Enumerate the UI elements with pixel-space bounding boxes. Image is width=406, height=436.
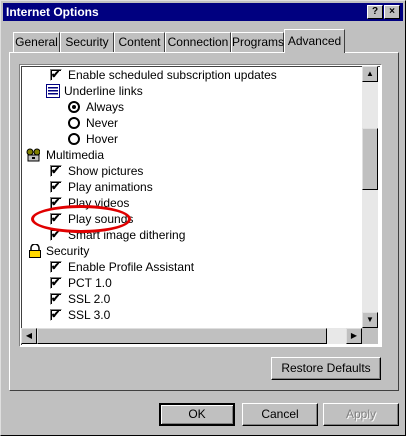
group-label: Multimedia [46,148,105,162]
setting-label: SSL 3.0 [68,308,111,322]
setting-label: SSL 2.0 [68,292,111,306]
scroll-right-arrow-icon[interactable]: ▶ [346,328,362,344]
checkbox[interactable] [50,67,62,83]
scrollbar-corner [362,328,378,344]
cancel-button[interactable]: Cancel [242,403,318,426]
ok-label: OK [188,407,206,421]
internet-options-window: Internet Options ? × General Security Co… [0,0,406,436]
setting-label: Enable Profile Assistant [68,260,195,274]
scroll-down-arrow-icon[interactable]: ▼ [362,312,378,328]
group-label: Security [46,244,90,258]
checkbox[interactable] [50,259,62,275]
tab-advanced[interactable]: Advanced [284,29,345,53]
help-button[interactable]: ? [367,5,383,19]
setting-label: Always [86,100,125,114]
tab-general[interactable]: General [13,32,60,52]
setting-label: Hover [86,132,119,146]
scroll-left-arrow-icon[interactable]: ◀ [21,328,37,344]
settings-list[interactable]: Enable scheduled subscription updates Un… [19,64,382,347]
apply-button[interactable]: Apply [323,403,399,426]
ok-button[interactable]: OK [159,403,235,426]
checkbox[interactable] [50,291,62,307]
setting-label: Enable scheduled subscription updates [68,68,277,82]
restore-defaults-label: Restore Defaults [281,361,371,375]
group-label: Underline links [64,84,143,98]
setting-label: PCT 1.0 [68,276,112,290]
checkbox[interactable] [50,163,62,179]
tab-security[interactable]: Security [60,32,114,52]
horizontal-scrollbar[interactable]: ◀ ▶ [21,328,362,344]
cancel-label: Cancel [261,407,299,421]
vertical-scroll-thumb[interactable] [362,128,378,190]
horizontal-scroll-thumb[interactable] [37,328,327,344]
checkbox[interactable] [50,179,62,195]
tab-content[interactable]: Content [114,32,165,52]
checkbox[interactable] [50,275,62,291]
tab-connection[interactable]: Connection [165,32,231,52]
setting-label: Play animations [68,180,153,194]
radio-button[interactable] [68,117,80,129]
setting-label: Smart image dithering [68,228,186,242]
underline-links-icon [46,84,60,98]
close-button[interactable]: × [384,5,400,19]
setting-label: Show pictures [68,164,144,178]
apply-label: Apply [345,407,377,421]
multimedia-icon [26,148,40,162]
setting-label: Play sounds [68,212,134,226]
scroll-up-arrow-icon[interactable]: ▲ [362,66,378,82]
radio-button[interactable] [68,133,80,145]
setting-label: Never [86,116,119,130]
title-bar: Internet Options ? × [3,3,403,21]
checkbox[interactable] [50,307,62,323]
setting-label: Play videos [68,196,130,210]
checkbox[interactable] [50,211,62,227]
checkbox[interactable] [50,227,62,243]
lock-icon [29,244,41,258]
window-title: Internet Options [6,5,99,19]
radio-button[interactable] [68,101,80,113]
restore-defaults-button[interactable]: Restore Defaults [271,357,381,380]
vertical-scrollbar[interactable]: ▲ ▼ [362,66,378,328]
checkbox[interactable] [50,195,62,211]
tab-programs[interactable]: Programs [231,32,284,52]
